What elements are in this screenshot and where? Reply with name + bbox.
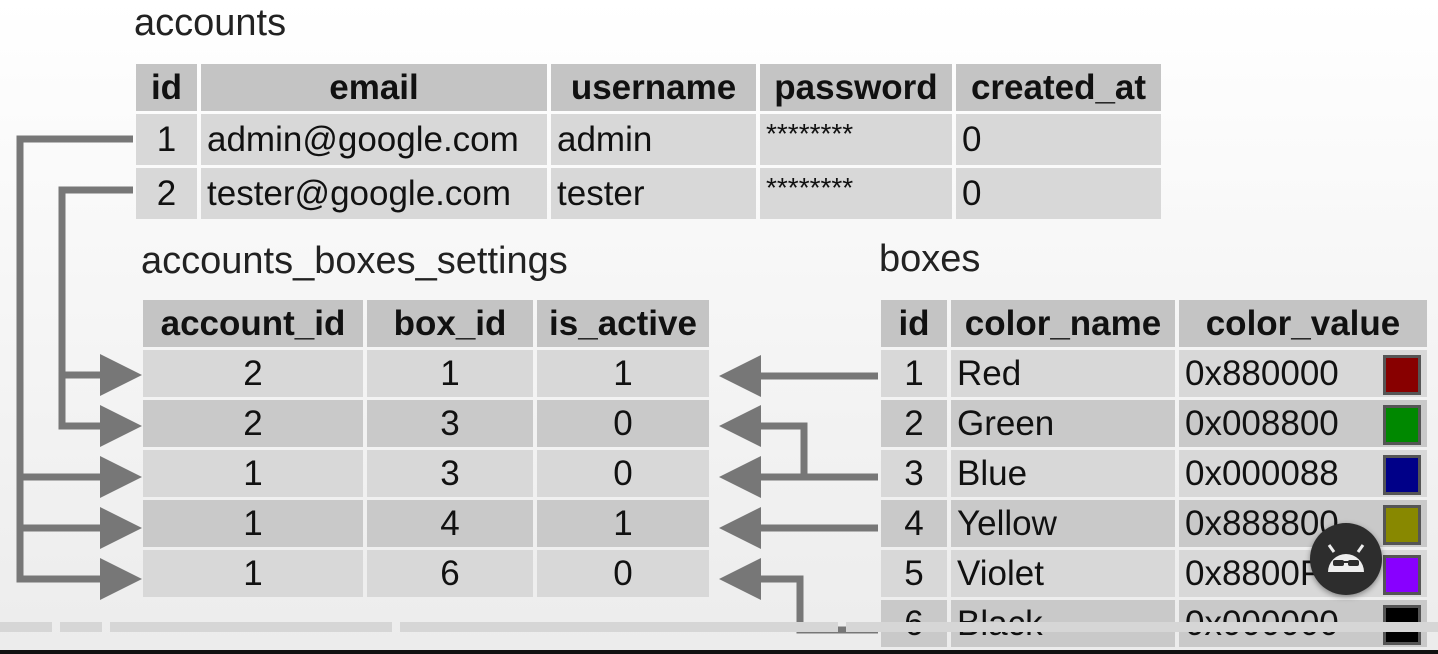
table-row: 3 Blue 0x000088	[881, 450, 1427, 497]
table-header-row: id color_name color_value	[881, 300, 1427, 347]
link-account-1-row-4	[16, 477, 142, 549]
cell-account-id: 1	[143, 500, 363, 547]
cell-box-id: 3	[367, 450, 533, 497]
cell-account-id: 1	[143, 550, 363, 597]
cell-id: 3	[881, 450, 947, 497]
table-header-row: account_id box_id is_active	[143, 300, 709, 347]
table-row: 2 1 1	[143, 350, 709, 397]
cell-is-active: 0	[537, 400, 709, 447]
cell-id: 2	[881, 400, 947, 447]
cell-color-name: Violet	[951, 550, 1175, 597]
cell-username: tester	[551, 168, 756, 219]
boxes-table: id color_name color_value 1 Red 0x880000…	[877, 297, 1431, 650]
cell-color-name: Red	[951, 350, 1175, 397]
table-row: 2 tester@google.com tester ******** 0	[136, 168, 1161, 219]
robot-icon[interactable]	[1310, 523, 1382, 595]
table-row: 1 Red 0x880000	[881, 350, 1427, 397]
table-header-row: id email username password created_at	[136, 64, 1161, 111]
col-header-id: id	[136, 64, 197, 111]
color-swatch	[1383, 355, 1421, 395]
col-header-account-id: account_id	[143, 300, 363, 347]
color-value-text: 0x000088	[1185, 453, 1339, 493]
cell-color-value: 0x000088	[1179, 450, 1427, 497]
link-box-3-b	[719, 405, 808, 477]
link-account-1-row-5	[16, 528, 142, 600]
cell-id: 1	[136, 114, 197, 165]
table-row: 2 3 0	[143, 400, 709, 447]
accounts-table: id email username password created_at 1 …	[132, 61, 1165, 222]
cell-color-value: 0x888800	[1179, 500, 1427, 547]
table-row: 1 3 0	[143, 450, 709, 497]
cell-account-id: 2	[143, 400, 363, 447]
cell-box-id: 1	[367, 350, 533, 397]
cell-color-value: 0x880000	[1179, 350, 1427, 397]
cell-id: 5	[881, 550, 947, 597]
col-header-created-at: created_at	[956, 64, 1161, 111]
cell-id: 2	[136, 168, 197, 219]
col-header-password: password	[760, 64, 952, 111]
cell-username: admin	[551, 114, 756, 165]
cell-color-value: 0x8800FF	[1179, 550, 1427, 597]
cell-password: ********	[760, 168, 952, 219]
color-swatch	[1383, 505, 1421, 545]
col-header-color-value: color_value	[1179, 300, 1427, 347]
link-account-2-row-1	[58, 186, 142, 396]
cell-is-active: 0	[537, 550, 709, 597]
table-row: 2 Green 0x008800	[881, 400, 1427, 447]
cell-color-name: Green	[951, 400, 1175, 447]
color-value-text: 0x888800	[1185, 503, 1339, 543]
cell-box-id: 6	[367, 550, 533, 597]
cell-email: admin@google.com	[201, 114, 547, 165]
cell-is-active: 1	[537, 350, 709, 397]
cell-password: ********	[760, 114, 952, 165]
cell-color-value: 0x008800	[1179, 400, 1427, 447]
cell-created-at: 0	[956, 168, 1161, 219]
cell-created-at: 0	[956, 114, 1161, 165]
col-header-id: id	[881, 300, 947, 347]
link-account-2-row-2	[58, 375, 142, 447]
color-value-text: 0x008800	[1185, 403, 1339, 443]
col-header-username: username	[551, 64, 756, 111]
cell-account-id: 1	[143, 450, 363, 497]
cell-box-id: 3	[367, 400, 533, 447]
settings-table: account_id box_id is_active 2 1 1 2 3 0 …	[139, 297, 713, 600]
cell-is-active: 0	[537, 450, 709, 497]
col-header-is-active: is_active	[537, 300, 709, 347]
cell-color-name: Yellow	[951, 500, 1175, 547]
col-header-email: email	[201, 64, 547, 111]
cell-is-active: 1	[537, 500, 709, 547]
color-swatch	[1383, 455, 1421, 495]
accounts-title: accounts	[134, 2, 287, 44]
cell-box-id: 4	[367, 500, 533, 547]
color-swatch	[1383, 405, 1421, 445]
boxes-title: boxes	[879, 238, 981, 280]
table-row: 1 6 0	[143, 550, 709, 597]
cell-color-name: Blue	[951, 450, 1175, 497]
table-row: 1 admin@google.com admin ******** 0	[136, 114, 1161, 165]
cell-account-id: 2	[143, 350, 363, 397]
col-header-box-id: box_id	[367, 300, 533, 347]
cell-id: 1	[881, 350, 947, 397]
cell-id: 4	[881, 500, 947, 547]
col-header-color-name: color_name	[951, 300, 1175, 347]
table-row: 1 4 1	[143, 500, 709, 547]
cell-email: tester@google.com	[201, 168, 547, 219]
color-swatch	[1383, 555, 1421, 595]
settings-title: accounts_boxes_settings	[141, 240, 568, 282]
color-value-text: 0x880000	[1185, 353, 1339, 393]
bottom-bar	[0, 622, 1438, 654]
